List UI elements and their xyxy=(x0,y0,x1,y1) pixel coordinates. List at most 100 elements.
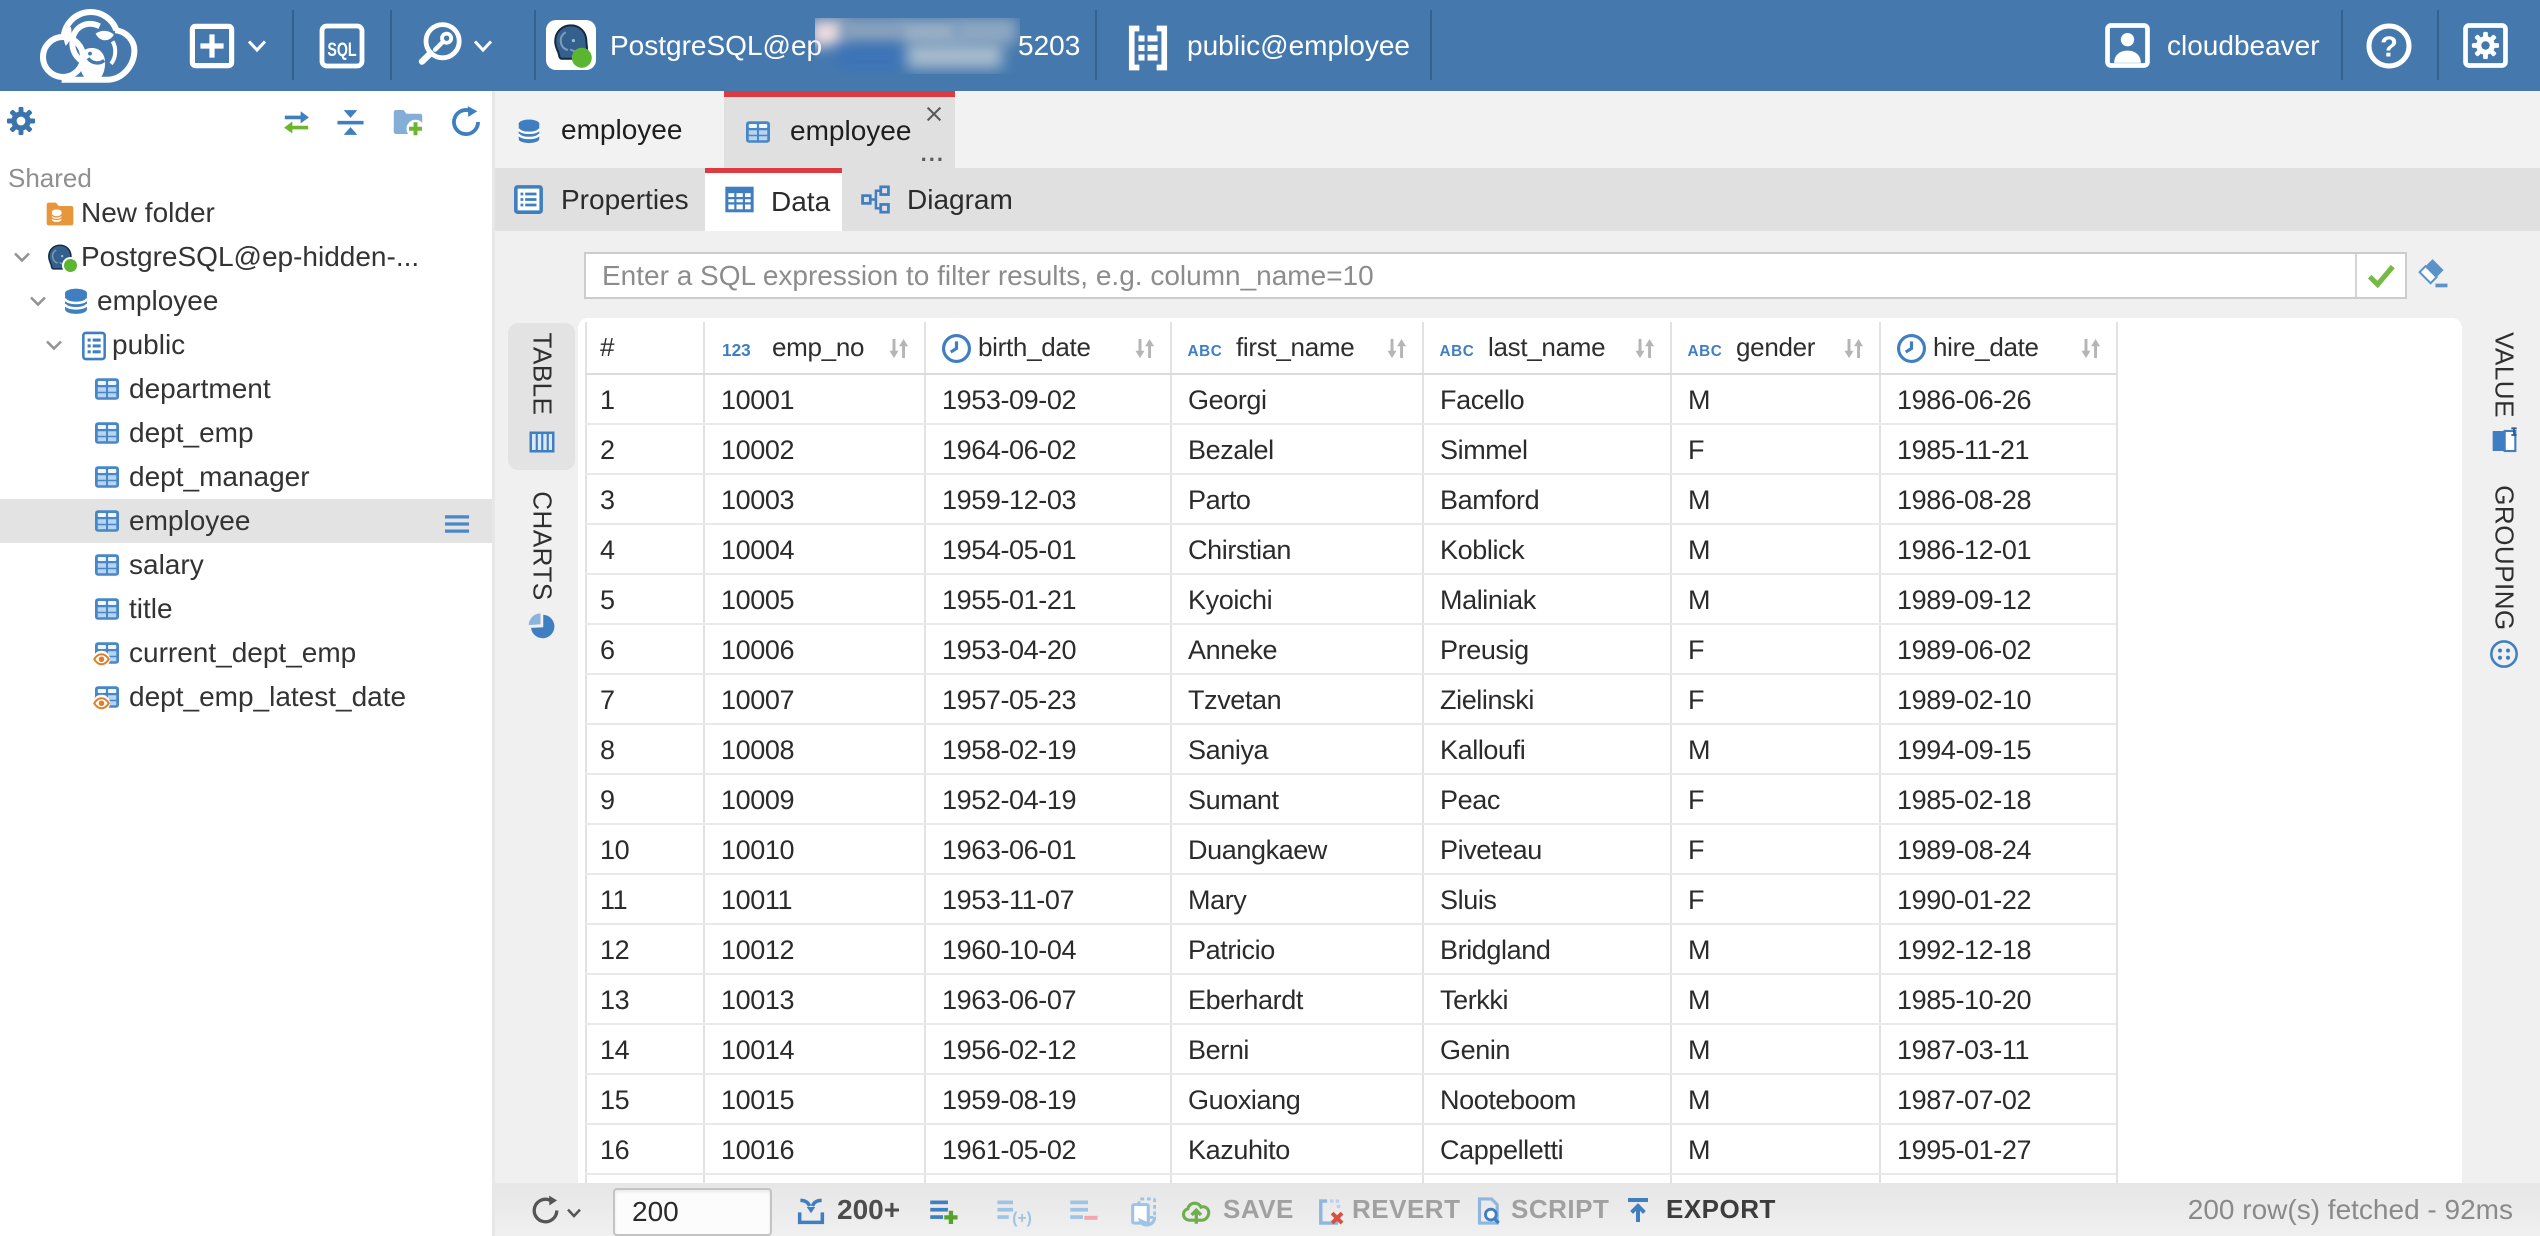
data-cell[interactable]: 1987-07-02 xyxy=(1897,1075,2114,1125)
duplicate-row-icon[interactable]: (+) xyxy=(993,1194,1033,1228)
revert-button[interactable]: REVERT xyxy=(1352,1183,1460,1236)
data-cell[interactable]: Guoxiang xyxy=(1188,1075,1420,1125)
tree-item-public[interactable]: public xyxy=(0,323,492,367)
data-cell[interactable]: Bamford xyxy=(1440,475,1668,525)
row-number-cell[interactable]: 3 xyxy=(600,475,698,525)
settings-gear-icon[interactable] xyxy=(2462,22,2509,69)
data-cell[interactable]: Mary xyxy=(1188,875,1420,925)
row-number-cell[interactable]: 13 xyxy=(600,975,698,1025)
data-cell[interactable]: 1963-06-01 xyxy=(942,825,1168,875)
data-cell[interactable]: 1989-06-02 xyxy=(1897,625,2114,675)
data-cell[interactable]: Piveteau xyxy=(1440,825,1668,875)
search-chevron-icon[interactable] xyxy=(471,34,495,58)
tab-employee-database[interactable]: employee xyxy=(495,91,724,168)
data-cell[interactable]: Simmel xyxy=(1440,425,1668,475)
data-cell[interactable]: Saniya xyxy=(1188,725,1420,775)
data-cell[interactable]: 1985-02-18 xyxy=(1897,775,2114,825)
data-cell[interactable]: F xyxy=(1688,425,1877,475)
connection-name[interactable]: PostgreSQL@ep xyxy=(610,0,822,91)
data-cell[interactable]: M xyxy=(1688,1075,1877,1125)
revert-button-icon[interactable] xyxy=(1313,1194,1347,1228)
data-cell[interactable]: 1960-10-04 xyxy=(942,925,1168,975)
data-cell[interactable]: Cappelletti xyxy=(1440,1125,1668,1175)
data-cell[interactable]: Anneke xyxy=(1188,625,1420,675)
data-cell[interactable]: 1994-09-15 xyxy=(1897,725,2114,775)
save-button[interactable]: SAVE xyxy=(1223,1183,1294,1236)
tree-item-new-folder[interactable]: New folder xyxy=(0,191,492,235)
data-cell[interactable]: 10014 xyxy=(721,1025,922,1075)
data-cell[interactable]: Bezalel xyxy=(1188,425,1420,475)
copy-rows-icon[interactable] xyxy=(1127,1194,1161,1228)
data-cell[interactable]: 1953-09-02 xyxy=(942,375,1168,425)
new-connection-chevron-icon[interactable] xyxy=(245,34,269,58)
fetch-more-icon[interactable] xyxy=(794,1194,828,1228)
data-cell[interactable]: M xyxy=(1688,375,1877,425)
tab-diagram[interactable]: Diagram xyxy=(842,168,1022,231)
data-cell[interactable]: 1959-12-03 xyxy=(942,475,1168,525)
data-cell[interactable]: 10012 xyxy=(721,925,922,975)
data-cell[interactable]: 10007 xyxy=(721,675,922,725)
sync-connections-icon[interactable] xyxy=(280,106,313,139)
data-cell[interactable]: 1989-08-24 xyxy=(1897,825,2114,875)
data-cell[interactable]: Berni xyxy=(1188,1025,1420,1075)
sql-editor-button[interactable]: SQL xyxy=(318,22,366,70)
clear-filter-icon[interactable] xyxy=(2417,256,2451,290)
data-cell[interactable]: 10005 xyxy=(721,575,922,625)
sort-icon[interactable] xyxy=(1131,335,1158,362)
tab-properties[interactable]: Properties xyxy=(495,168,705,231)
row-number-cell[interactable]: 10 xyxy=(600,825,698,875)
data-cell[interactable]: Nooteboom xyxy=(1440,1075,1668,1125)
data-cell[interactable]: M xyxy=(1688,525,1877,575)
data-cell[interactable]: 1989-09-12 xyxy=(1897,575,2114,625)
search-connection-button[interactable] xyxy=(416,20,466,70)
row-number-cell[interactable]: 12 xyxy=(600,925,698,975)
data-cell[interactable]: F xyxy=(1688,625,1877,675)
data-cell[interactable]: 10001 xyxy=(721,375,922,425)
script-button[interactable]: SCRIPT xyxy=(1511,1183,1609,1236)
tab-data[interactable]: Data xyxy=(705,168,842,231)
panel-value-label[interactable]: VALUE xyxy=(2489,332,2520,418)
tree-item-employee[interactable]: employee xyxy=(0,499,492,543)
collapse-all-icon[interactable] xyxy=(334,106,367,139)
data-cell[interactable]: 1986-08-28 xyxy=(1897,475,2114,525)
data-cell[interactable]: 1995-01-27 xyxy=(1897,1125,2114,1175)
data-cell[interactable]: 1985-10-20 xyxy=(1897,975,2114,1025)
column-header-first_name[interactable]: ABCfirst_name xyxy=(1170,322,1422,375)
column-header-num[interactable]: # xyxy=(585,322,703,375)
add-row-icon[interactable] xyxy=(926,1194,960,1228)
row-number-cell[interactable]: 16 xyxy=(600,1125,698,1175)
data-cell[interactable]: Kazuhito xyxy=(1188,1125,1420,1175)
column-header-hire_date[interactable]: hire_date xyxy=(1879,322,2116,375)
value-panel-icon[interactable] xyxy=(2488,425,2520,457)
data-cell[interactable]: 1963-06-07 xyxy=(942,975,1168,1025)
data-cell[interactable]: 1985-11-21 xyxy=(1897,425,2114,475)
tree-item-menu-icon[interactable] xyxy=(440,507,474,541)
data-cell[interactable]: F xyxy=(1688,675,1877,725)
data-cell[interactable]: M xyxy=(1688,575,1877,625)
row-number-cell[interactable]: 8 xyxy=(600,725,698,775)
chevron-down-icon[interactable] xyxy=(42,333,66,357)
chevron-down-icon[interactable] xyxy=(10,245,34,269)
sort-icon[interactable] xyxy=(1631,335,1658,362)
data-cell[interactable]: M xyxy=(1688,1125,1877,1175)
tree-item-department[interactable]: department xyxy=(0,367,492,411)
data-cell[interactable]: 1952-04-19 xyxy=(942,775,1168,825)
help-icon[interactable]: ? xyxy=(2365,22,2413,70)
row-number-cell[interactable]: 4 xyxy=(600,525,698,575)
row-number-cell[interactable]: 14 xyxy=(600,1025,698,1075)
add-folder-icon[interactable] xyxy=(390,104,426,140)
data-cell[interactable]: 10011 xyxy=(721,875,922,925)
data-cell[interactable]: 1953-11-07 xyxy=(942,875,1168,925)
refresh-tree-icon[interactable] xyxy=(449,105,483,139)
data-cell[interactable]: Parto xyxy=(1188,475,1420,525)
apply-filter-button[interactable] xyxy=(2355,254,2405,297)
sort-icon[interactable] xyxy=(1383,335,1410,362)
panel-grouping-label[interactable]: GROUPING xyxy=(2489,485,2520,631)
data-cell[interactable]: Kalloufi xyxy=(1440,725,1668,775)
data-cell[interactable]: 10015 xyxy=(721,1075,922,1125)
data-cell[interactable]: 10008 xyxy=(721,725,922,775)
sort-icon[interactable] xyxy=(2077,335,2104,362)
sort-icon[interactable] xyxy=(1840,335,1867,362)
row-number-cell[interactable]: 5 xyxy=(600,575,698,625)
data-cell[interactable]: Peac xyxy=(1440,775,1668,825)
